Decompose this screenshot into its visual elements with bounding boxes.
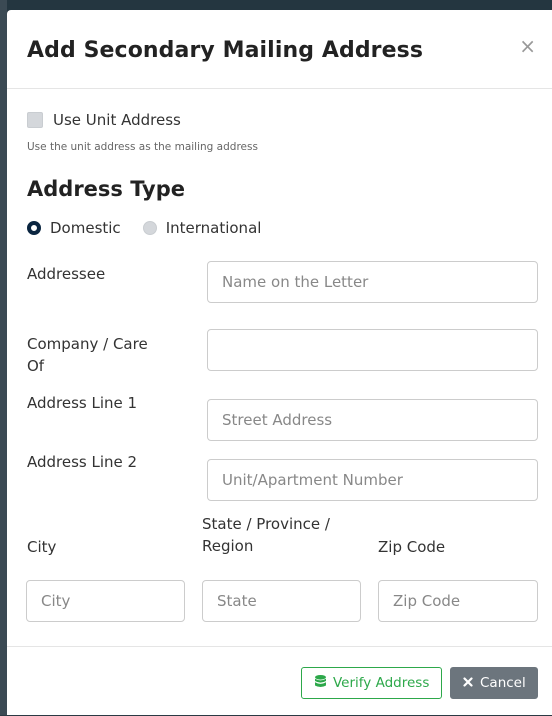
state-label: State / Province / Region (202, 513, 330, 557)
address-line2-label: Address Line 2 (27, 453, 138, 471)
company-input[interactable] (207, 329, 538, 371)
domestic-label[interactable]: Domestic (50, 219, 121, 237)
modal-header: Add Secondary Mailing Address × (7, 10, 552, 89)
address-line1-label: Address Line 1 (27, 394, 138, 412)
international-radio[interactable] (142, 221, 157, 235)
city-label: City (27, 538, 57, 556)
cancel-button[interactable]: Cancel (450, 667, 538, 699)
use-unit-address-row[interactable]: Use Unit Address (27, 111, 181, 129)
modal-title: Add Secondary Mailing Address (27, 38, 424, 63)
international-label[interactable]: International (166, 219, 262, 237)
zip-label: Zip Code (378, 538, 446, 556)
state-label-line1: State / Province / (202, 515, 330, 533)
address-line1-input[interactable]: Street Address (207, 399, 538, 441)
times-icon (463, 675, 473, 691)
verify-address-label: Verify Address (333, 675, 430, 691)
use-unit-address-checkbox[interactable] (27, 112, 43, 128)
company-label-line1: Company / Care (27, 335, 148, 353)
close-icon[interactable]: × (519, 36, 536, 56)
use-unit-address-help: Use the unit address as the mailing addr… (27, 141, 258, 153)
domestic-radio[interactable] (27, 221, 41, 235)
state-label-line2: Region (202, 537, 254, 555)
addressee-input[interactable]: Name on the Letter (207, 261, 538, 303)
city-input[interactable]: City (26, 580, 185, 622)
verify-address-button[interactable]: Verify Address (301, 667, 442, 699)
cancel-label: Cancel (480, 675, 526, 691)
company-label: Company / Care Of (27, 333, 148, 377)
backdrop-edge (0, 0, 7, 715)
zip-input[interactable]: Zip Code (378, 580, 538, 622)
backdrop (0, 0, 552, 10)
address-line2-input[interactable]: Unit/Apartment Number (207, 459, 538, 501)
company-label-line2: Of (27, 357, 45, 375)
state-input[interactable]: State (202, 580, 361, 622)
database-icon (315, 674, 326, 692)
address-modal: Add Secondary Mailing Address × Use Unit… (7, 10, 552, 715)
addressee-label: Addressee (27, 265, 106, 283)
address-type-heading: Address Type (27, 177, 186, 201)
use-unit-address-label[interactable]: Use Unit Address (53, 111, 181, 129)
modal-footer: Verify Address Cancel (7, 646, 552, 716)
address-type-radios: Domestic International (27, 219, 283, 237)
